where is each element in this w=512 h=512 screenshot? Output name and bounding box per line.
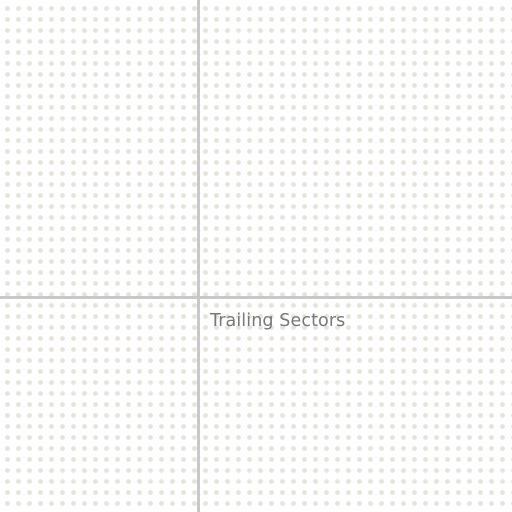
vertical-axis-line xyxy=(197,0,200,512)
quadrant-label-bottom-right: Trailing Sectors xyxy=(210,311,346,331)
horizontal-axis-line xyxy=(0,296,512,299)
quadrant-chart-canvas: Trailing Sectors xyxy=(0,0,512,512)
